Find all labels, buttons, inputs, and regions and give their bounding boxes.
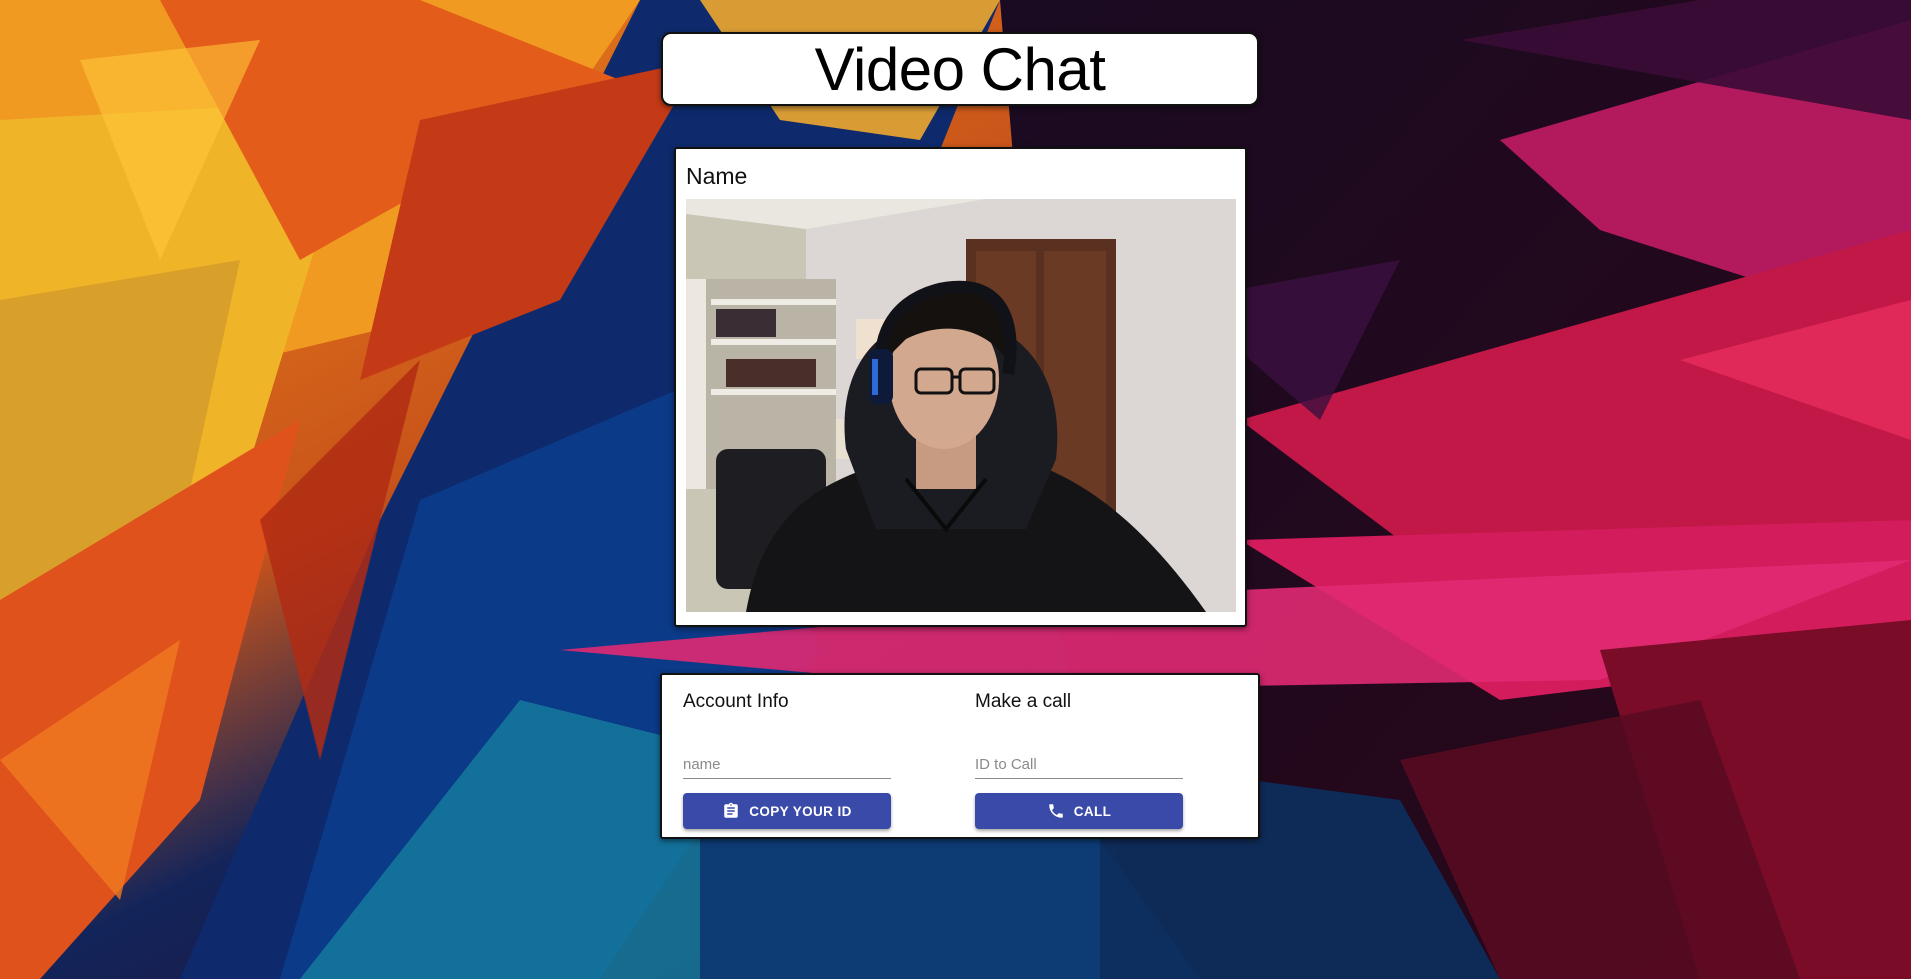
video-card: Name xyxy=(674,147,1247,627)
clipboard-icon xyxy=(724,802,738,818)
id-to-call-input[interactable] xyxy=(975,745,1183,779)
account-info-heading: Account Info xyxy=(683,691,789,712)
video-stream xyxy=(686,199,1236,612)
make-call-heading: Make a call xyxy=(975,691,1072,712)
copy-id-button-label: COPY YOUR ID xyxy=(749,803,852,819)
webcam-feed-image xyxy=(686,199,1236,612)
name-input[interactable] xyxy=(683,745,891,779)
title-banner: Video Chat xyxy=(661,32,1259,106)
call-button[interactable]: CALL xyxy=(975,793,1183,829)
page-title: Video Chat xyxy=(814,35,1106,103)
copy-id-button[interactable]: COPY YOUR ID xyxy=(683,793,891,829)
phone-icon xyxy=(1048,804,1063,818)
controls-panel: Account Info COPY YOUR ID Make a call CA… xyxy=(660,673,1260,839)
call-button-label: CALL xyxy=(1073,803,1112,819)
video-name-label: Name xyxy=(686,163,748,189)
